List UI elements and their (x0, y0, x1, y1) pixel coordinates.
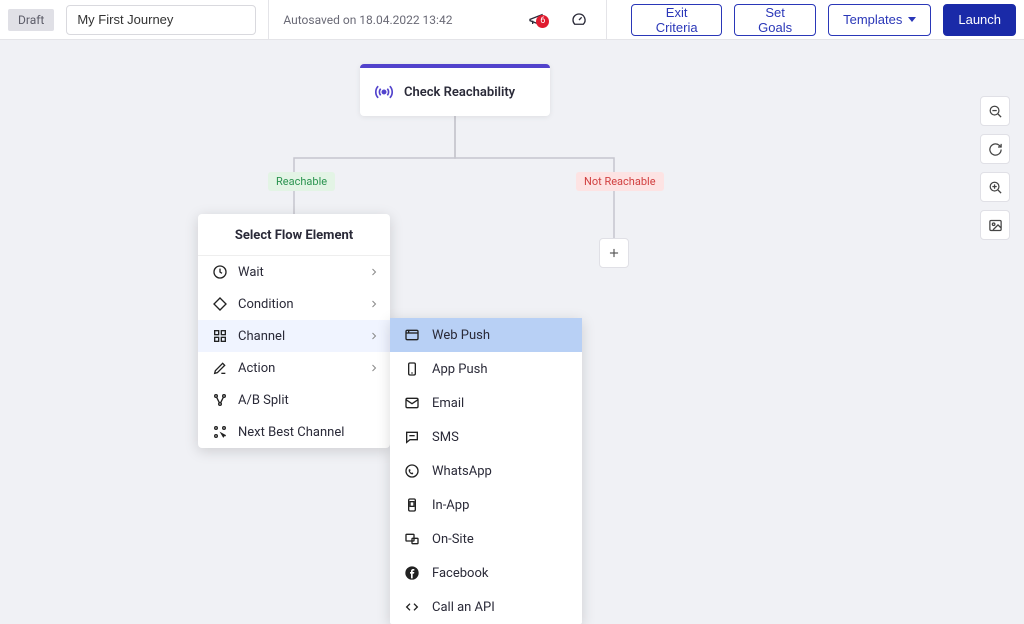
chevron-right-icon (368, 330, 380, 342)
chevron-right-icon (368, 362, 380, 374)
whatsapp-icon (404, 463, 420, 479)
on-site-icon (404, 531, 420, 547)
menu-item-condition[interactable]: Condition (198, 288, 390, 320)
clock-icon (212, 264, 228, 280)
channel-whatsapp[interactable]: WhatsApp (390, 454, 582, 488)
channel-email[interactable]: Email (390, 386, 582, 420)
image-icon (988, 218, 1003, 233)
pencil-icon (212, 360, 228, 376)
menu-item-action[interactable]: Action (198, 352, 390, 384)
in-app-icon (404, 497, 420, 513)
flow-element-menu: Select Flow Element Wait Condition Chann… (198, 214, 390, 448)
channel-on-site[interactable]: On-Site (390, 522, 582, 556)
topbar: Draft Autosaved on 18.04.2022 13:42 6 Ex… (0, 0, 1024, 40)
zoom-out-icon (988, 104, 1003, 119)
channel-facebook[interactable]: Facebook (390, 556, 582, 590)
menu-item-label: Action (238, 361, 275, 376)
launch-button[interactable]: Launch (943, 4, 1016, 36)
submenu-label: WhatsApp (432, 464, 492, 479)
refresh-icon (988, 142, 1003, 157)
speed-button[interactable] (563, 12, 594, 28)
notifications-button[interactable]: 6 (520, 12, 551, 28)
star-nodes-icon (212, 424, 228, 440)
diamond-icon (212, 296, 228, 312)
zoom-in-icon (988, 180, 1003, 195)
export-image-button[interactable] (980, 210, 1010, 240)
menu-item-next-best-channel[interactable]: Next Best Channel (198, 416, 390, 448)
templates-dropdown[interactable]: Templates (828, 4, 931, 36)
canvas-controls (980, 96, 1010, 240)
code-icon (404, 599, 420, 615)
exit-criteria-button[interactable]: Exit Criteria (631, 4, 722, 36)
chevron-right-icon (368, 298, 380, 310)
menu-item-label: Channel (238, 329, 285, 344)
menu-item-ab-split[interactable]: A/B Split (198, 384, 390, 416)
submenu-label: Call an API (432, 600, 495, 615)
menu-item-label: Condition (238, 297, 294, 312)
split-icon (212, 392, 228, 408)
chat-icon (404, 429, 420, 445)
channel-in-app[interactable]: In-App (390, 488, 582, 522)
menu-item-channel[interactable]: Channel (198, 320, 390, 352)
submenu-label: In-App (432, 498, 469, 513)
zoom-in-button[interactable] (980, 172, 1010, 202)
node-title: Check Reachability (404, 85, 515, 100)
chevron-right-icon (368, 266, 380, 278)
submenu-label: On-Site (432, 532, 474, 547)
draft-status-badge: Draft (8, 9, 54, 31)
branch-not-reachable-label: Not Reachable (576, 172, 664, 191)
check-reachability-node[interactable]: Check Reachability (360, 64, 550, 116)
menu-header: Select Flow Element (198, 214, 390, 256)
topbar-divider (606, 0, 607, 40)
journey-title-input[interactable] (66, 5, 256, 35)
journey-canvas[interactable]: Check Reachability Reachable Not Reachab… (0, 40, 1024, 607)
submenu-label: Email (432, 396, 464, 411)
channel-sms[interactable]: SMS (390, 420, 582, 454)
gauge-icon (571, 12, 587, 28)
browser-icon (404, 327, 420, 343)
submenu-label: Web Push (432, 328, 490, 343)
reset-view-button[interactable] (980, 134, 1010, 164)
caret-down-icon (908, 17, 916, 22)
channel-app-push[interactable]: App Push (390, 352, 582, 386)
signal-icon (374, 82, 394, 102)
plus-icon (607, 246, 621, 260)
submenu-label: SMS (432, 430, 459, 445)
menu-item-label: Wait (238, 265, 264, 280)
submenu-label: App Push (432, 362, 488, 377)
submenu-label: Facebook (432, 566, 488, 581)
facebook-icon (404, 565, 420, 581)
grid-icon (212, 328, 228, 344)
channel-call-api[interactable]: Call an API (390, 590, 582, 624)
channel-web-push[interactable]: Web Push (390, 318, 582, 352)
menu-item-wait[interactable]: Wait (198, 256, 390, 288)
menu-item-label: Next Best Channel (238, 425, 344, 440)
autosave-timestamp: Autosaved on 18.04.2022 13:42 (268, 0, 508, 40)
zoom-out-button[interactable] (980, 96, 1010, 126)
templates-label: Templates (843, 12, 902, 27)
add-step-button[interactable] (599, 238, 629, 268)
mobile-icon (404, 361, 420, 377)
set-goals-button[interactable]: Set Goals (734, 4, 816, 36)
branch-reachable-label: Reachable (268, 172, 335, 191)
menu-item-label: A/B Split (238, 393, 289, 408)
notification-count-badge: 6 (536, 15, 549, 28)
mail-icon (404, 395, 420, 411)
channel-submenu: Web Push App Push Email SMS WhatsApp In-… (390, 318, 582, 624)
